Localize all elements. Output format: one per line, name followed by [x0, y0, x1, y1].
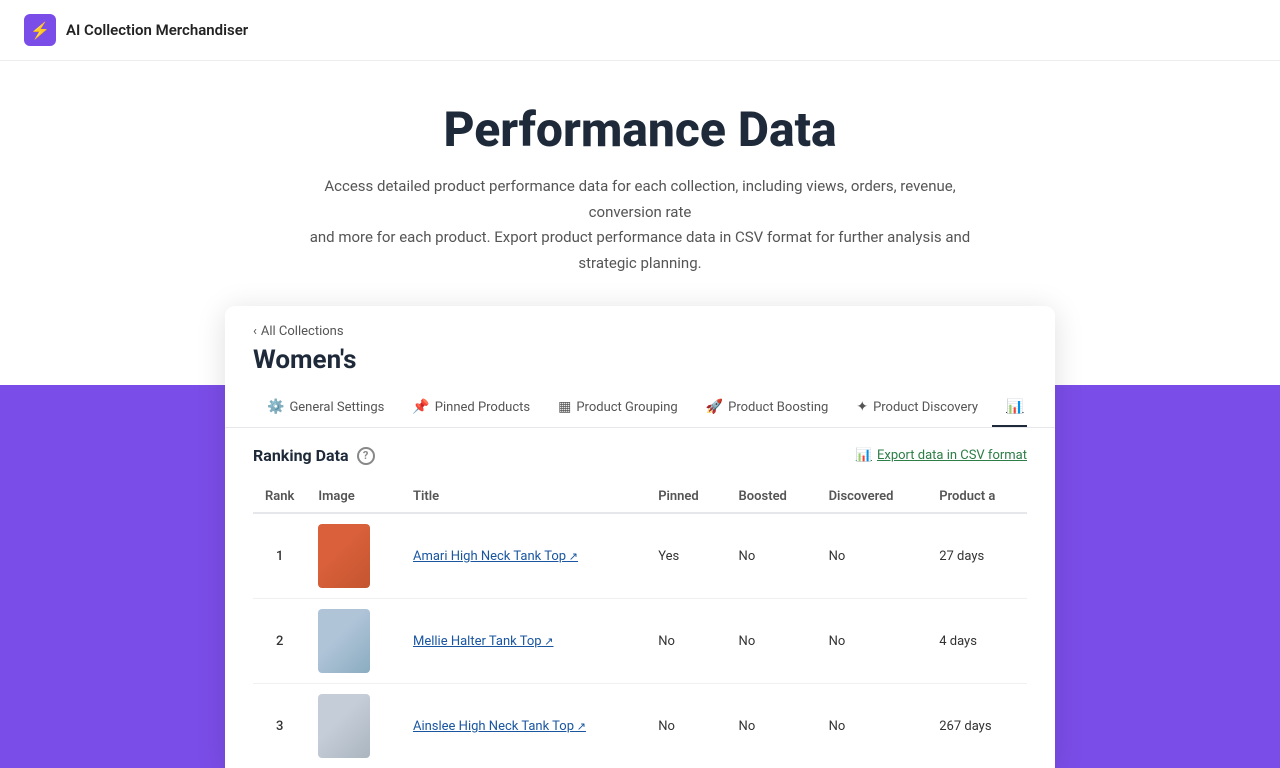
export-icon: 📊	[856, 448, 872, 463]
discovery-icon: ✦	[856, 399, 868, 415]
cell-product-age: 4 days	[927, 599, 1027, 684]
cell-discovered: No	[817, 513, 928, 599]
product-image	[318, 524, 370, 588]
product-image	[318, 609, 370, 673]
chevron-left-icon: ‹	[253, 324, 257, 339]
col-header-title: Title	[401, 481, 646, 513]
hero-description: Access detailed product performance data…	[290, 174, 990, 276]
table-header: Rank Image Title Pinned Boosted Discover…	[253, 481, 1027, 513]
col-header-image: Image	[306, 481, 401, 513]
cell-rank: 1	[253, 513, 306, 599]
cell-pinned: Yes	[646, 513, 726, 599]
product-image	[318, 694, 370, 758]
export-csv-link[interactable]: 📊 Export data in CSV format	[856, 448, 1027, 463]
chart-icon: 📊	[1006, 399, 1023, 415]
table-row: 3Ainslee High Neck Tank TopNoNoNo267 day…	[253, 684, 1027, 768]
cell-boosted: No	[727, 684, 817, 768]
top-navigation: ⚡ AI Collection Merchandiser	[0, 0, 1280, 61]
cell-title: Amari High Neck Tank Top	[401, 513, 646, 599]
ranking-header: Ranking Data ? 📊 Export data in CSV form…	[253, 446, 1027, 465]
cell-discovered: No	[817, 684, 928, 768]
cell-image	[306, 513, 401, 599]
purple-left-bg	[0, 385, 230, 768]
cell-image	[306, 684, 401, 768]
cell-product-age: 267 days	[927, 684, 1027, 768]
tab-general-settings[interactable]: ⚙️ General Settings	[253, 389, 398, 427]
col-header-pinned: Pinned	[646, 481, 726, 513]
hero-section: Performance Data Access detailed product…	[0, 61, 1280, 306]
tab-navigation: ⚙️ General Settings 📌 Pinned Products ▦ …	[253, 389, 1027, 427]
product-link[interactable]: Mellie Halter Tank Top	[413, 634, 554, 649]
app-title: AI Collection Merchandiser	[66, 21, 248, 39]
col-header-discovered: Discovered	[817, 481, 928, 513]
cell-rank: 3	[253, 684, 306, 768]
ranking-title-row: Ranking Data ?	[253, 446, 375, 465]
cell-rank: 2	[253, 599, 306, 684]
tab-product-grouping[interactable]: ▦ Product Grouping	[544, 389, 692, 427]
ranking-data-section: Ranking Data ? 📊 Export data in CSV form…	[225, 428, 1055, 768]
product-link[interactable]: Ainslee High Neck Tank Top	[413, 719, 586, 734]
col-header-boosted: Boosted	[727, 481, 817, 513]
cell-product-age: 27 days	[927, 513, 1027, 599]
cell-title: Mellie Halter Tank Top	[401, 599, 646, 684]
table-row: 2Mellie Halter Tank TopNoNoNo4 days	[253, 599, 1027, 684]
cell-title: Ainslee High Neck Tank Top	[401, 684, 646, 768]
table-row: 1Amari High Neck Tank TopYesNoNo27 days	[253, 513, 1027, 599]
cell-boosted: No	[727, 513, 817, 599]
tab-product-boosting[interactable]: 🚀 Product Boosting	[692, 389, 843, 427]
app-logo-icon: ⚡	[24, 14, 56, 46]
cell-discovered: No	[817, 599, 928, 684]
cell-boosted: No	[727, 599, 817, 684]
cell-pinned: No	[646, 684, 726, 768]
grid-icon: ▦	[558, 399, 571, 415]
ranking-table: Rank Image Title Pinned Boosted Discover…	[253, 481, 1027, 768]
tab-ranking-data[interactable]: 📊 Ranking Data	[992, 389, 1027, 427]
ranking-section-title: Ranking Data	[253, 446, 349, 465]
boost-icon: 🚀	[706, 399, 723, 415]
table-body: 1Amari High Neck Tank TopYesNoNo27 days2…	[253, 513, 1027, 768]
gear-icon: ⚙️	[267, 399, 284, 415]
back-to-collections-link[interactable]: ‹ All Collections	[253, 324, 1027, 339]
collection-title: Women's	[253, 345, 1027, 375]
col-header-product-age: Product a	[927, 481, 1027, 513]
info-icon[interactable]: ?	[357, 447, 375, 465]
tab-product-discovery[interactable]: ✦ Product Discovery	[842, 389, 992, 427]
pin-icon: 📌	[412, 399, 429, 415]
tab-pinned-products[interactable]: 📌 Pinned Products	[398, 389, 544, 427]
cell-image	[306, 599, 401, 684]
col-header-rank: Rank	[253, 481, 306, 513]
page-title: Performance Data	[20, 101, 1260, 158]
cell-pinned: No	[646, 599, 726, 684]
purple-right-bg	[1050, 385, 1280, 768]
product-link[interactable]: Amari High Neck Tank Top	[413, 549, 578, 564]
main-card: ‹ All Collections Women's ⚙️ General Set…	[225, 306, 1055, 768]
card-header: ‹ All Collections Women's ⚙️ General Set…	[225, 306, 1055, 428]
